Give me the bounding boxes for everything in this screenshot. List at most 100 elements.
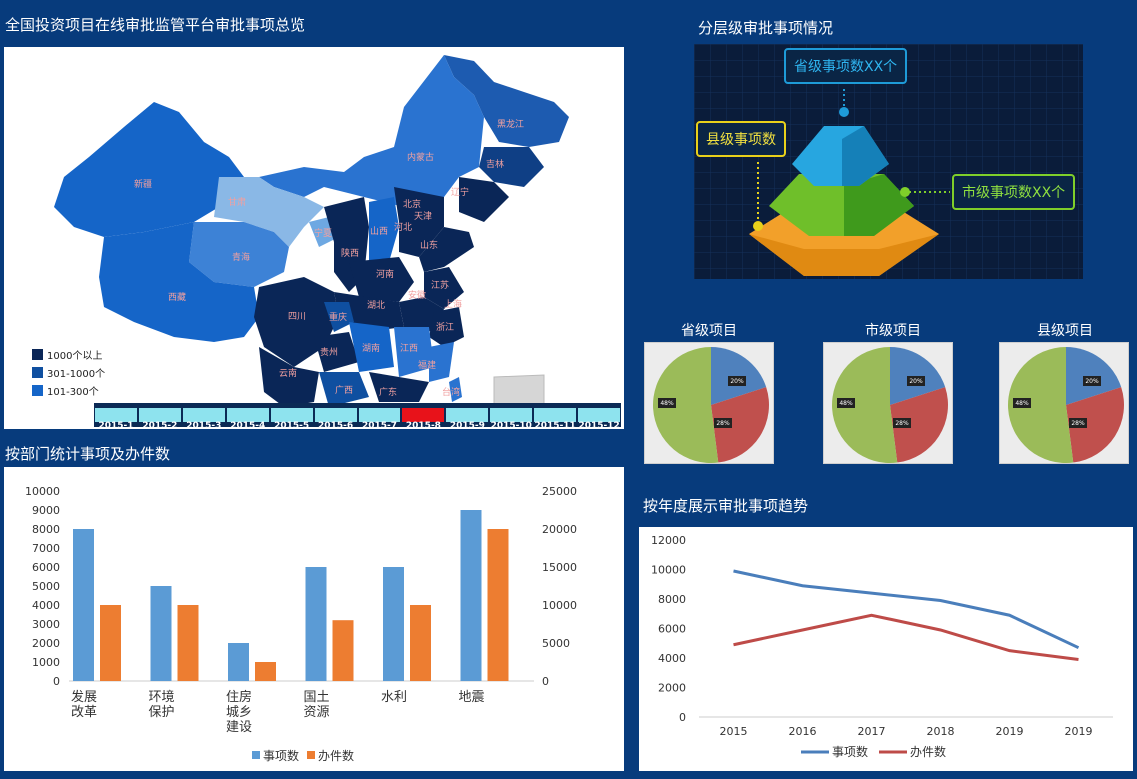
pie-title-county: 县级项目 xyxy=(1037,323,1093,339)
label-guizhou: 贵州 xyxy=(320,346,338,358)
timeline-label: 2015-8 xyxy=(405,421,441,431)
label-sichuan: 四川 xyxy=(288,312,306,322)
line-chart-panel: 0 2000 4000 6000 8000 10000 12000 2015 2016 2017 2… xyxy=(639,527,1133,771)
pyramid-panel: 省级事项数XX个 县级事项数 市级事项数XX个 xyxy=(694,44,1083,279)
pie-chart-province: 20% 28% 48% xyxy=(644,342,774,464)
y-axis-tick-label: 12000 xyxy=(651,534,686,547)
timeline-step[interactable]: 2015-1 xyxy=(95,408,137,431)
map-region-liaoning[interactable] xyxy=(459,177,509,222)
legend-label: 办件数 xyxy=(318,748,354,763)
map-region-neimenggu[interactable] xyxy=(259,55,484,207)
timeline-label: 2015-6 xyxy=(318,421,354,431)
timeline-step[interactable]: 2015-9 xyxy=(446,408,489,431)
line-chart: 0 2000 4000 6000 8000 10000 12000 2015 2016 2017 2… xyxy=(651,534,1113,759)
label-jilin: 吉林 xyxy=(486,158,504,170)
timeline-step[interactable]: 2015-3 xyxy=(182,408,225,431)
pie-svg: 20% 28% 48% xyxy=(1008,347,1124,463)
pie-chart-city: 20% 28% 48% xyxy=(823,342,953,464)
china-map-panel: 黑龙江 吉林 辽宁 内蒙古 新疆 甘肃 青海 西藏 宁夏 陕西 山西 河北 北京… xyxy=(4,47,624,429)
label-hunan: 湖南 xyxy=(362,342,380,354)
y-axis-tick-label: 0 xyxy=(679,711,686,724)
y-axis-tick-label: 7000 xyxy=(32,542,60,555)
label-heilongjiang: 黑龙江 xyxy=(497,118,524,130)
label-guangxi: 广西 xyxy=(335,384,353,396)
y-axis-tick-label: 10000 xyxy=(25,485,60,498)
timeline-step[interactable]: 2015-10 xyxy=(490,408,533,431)
bar-section-title: 按部门统计事项及办件数 xyxy=(5,445,171,463)
y-axis-tick-label: 8000 xyxy=(32,523,60,536)
legend-label: 事项数 xyxy=(263,748,299,763)
x-axis-tick-label: 2019 xyxy=(1065,725,1093,738)
legend-swatch xyxy=(32,366,43,378)
bar-chart: 0 1000 2000 3000 4000 5000 6000 7000 8000 9000 100… xyxy=(25,485,577,763)
label-yunnan: 云南 xyxy=(279,367,297,379)
label-shandong: 山东 xyxy=(420,239,438,251)
timeline-step[interactable]: 2015-4 xyxy=(226,408,269,431)
bar-chart-panel: 0 1000 2000 3000 4000 5000 6000 7000 8000 9000 100… xyxy=(4,467,624,771)
timeline-step[interactable]: 2015-7 xyxy=(358,408,401,431)
label-neimenggu: 内蒙古 xyxy=(407,151,434,163)
x-axis-category-label: 水利 xyxy=(381,690,407,705)
x-axis-category-label: 国土 xyxy=(304,690,330,705)
pie-title-city: 市级项目 xyxy=(865,323,921,339)
timeline-label: 2015-10 xyxy=(490,421,532,431)
label-guangdong: 广东 xyxy=(379,386,397,398)
connector-top-dot xyxy=(839,107,849,117)
bar-cases xyxy=(255,662,276,681)
x-axis-tick-label: 2019 xyxy=(996,725,1024,738)
legend-swatch xyxy=(252,751,260,759)
x-axis-category-label: 发展 xyxy=(71,689,97,705)
label-anhui: 安徽 xyxy=(408,289,426,301)
label-shaanxi: 陕西 xyxy=(341,247,359,259)
x-axis-category-label: 地震 xyxy=(459,690,485,705)
timeline-step[interactable]: 2015-2 xyxy=(138,408,181,431)
connector-left-dot xyxy=(753,221,763,231)
y-axis-tick-label: 1000 xyxy=(32,656,60,669)
timeline-label: 2015-5 xyxy=(274,421,310,431)
timeline-step[interactable]: 2015-5 xyxy=(270,408,313,431)
legend-item[interactable]: 301-1000个 xyxy=(32,363,105,381)
timeline-step-active[interactable]: 2015-8 xyxy=(402,408,445,431)
pie-slice-label: 20% xyxy=(909,378,923,385)
pie-title-province: 省级项目 xyxy=(681,323,737,339)
legend-label: 事项数 xyxy=(832,744,868,759)
label-qinghai: 青海 xyxy=(232,251,250,263)
label-xizang: 西藏 xyxy=(168,291,186,303)
bar-count xyxy=(228,643,249,681)
y2-axis-tick-label: 10000 xyxy=(542,599,577,612)
pie-slice-label: 48% xyxy=(1015,400,1029,407)
legend-label: 101-300个 xyxy=(47,386,99,398)
map-section-title: 全国投资项目在线审批监管平台审批事项总览 xyxy=(5,16,306,34)
x-axis-category-label: 建设 xyxy=(226,720,252,735)
legend-item[interactable]: 101-300个 xyxy=(32,381,105,399)
timeline-label: 2015-1 xyxy=(98,421,134,431)
y-axis-tick-label: 4000 xyxy=(658,652,686,665)
y2-axis-tick-label: 5000 xyxy=(542,637,570,650)
pie-slice-label: 20% xyxy=(1085,378,1099,385)
pie-slice-label: 28% xyxy=(716,420,730,427)
x-axis-tick-label: 2018 xyxy=(927,725,955,738)
bar-cases xyxy=(487,529,509,681)
legend-swatch xyxy=(307,751,315,759)
month-timeline: 2015-1 2015-2 2015-3 2015-4 2015-5 2015-… xyxy=(94,403,621,431)
bar-count xyxy=(383,567,404,681)
timeline-label: 2015-4 xyxy=(230,421,266,431)
label-zhejiang: 浙江 xyxy=(436,321,454,333)
pyramid-callout-right: 市级事项数XX个 xyxy=(952,174,1076,210)
timeline-step[interactable]: 2015-6 xyxy=(314,408,357,431)
label-xinjiang: 新疆 xyxy=(134,178,152,190)
x-axis-tick-label: 2015 xyxy=(720,725,748,738)
timeline-label: 2015-2 xyxy=(142,421,178,431)
label-beijing: 北京 xyxy=(403,198,421,210)
legend-swatch xyxy=(32,348,43,360)
timeline-step[interactable]: 2015-12 xyxy=(578,408,621,431)
y-axis-tick-label: 5000 xyxy=(32,580,60,593)
legend-label: 301-1000个 xyxy=(47,368,106,380)
label-hubei: 湖北 xyxy=(367,300,385,311)
legend-item[interactable]: 1000个以上 xyxy=(32,345,105,363)
label-tianjin: 天津 xyxy=(414,211,432,222)
pie-slice-label: 48% xyxy=(660,400,674,407)
pie-slice-label: 48% xyxy=(839,400,853,407)
timeline-step[interactable]: 2015-11 xyxy=(534,408,577,431)
y2-axis-tick-label: 15000 xyxy=(542,561,577,574)
